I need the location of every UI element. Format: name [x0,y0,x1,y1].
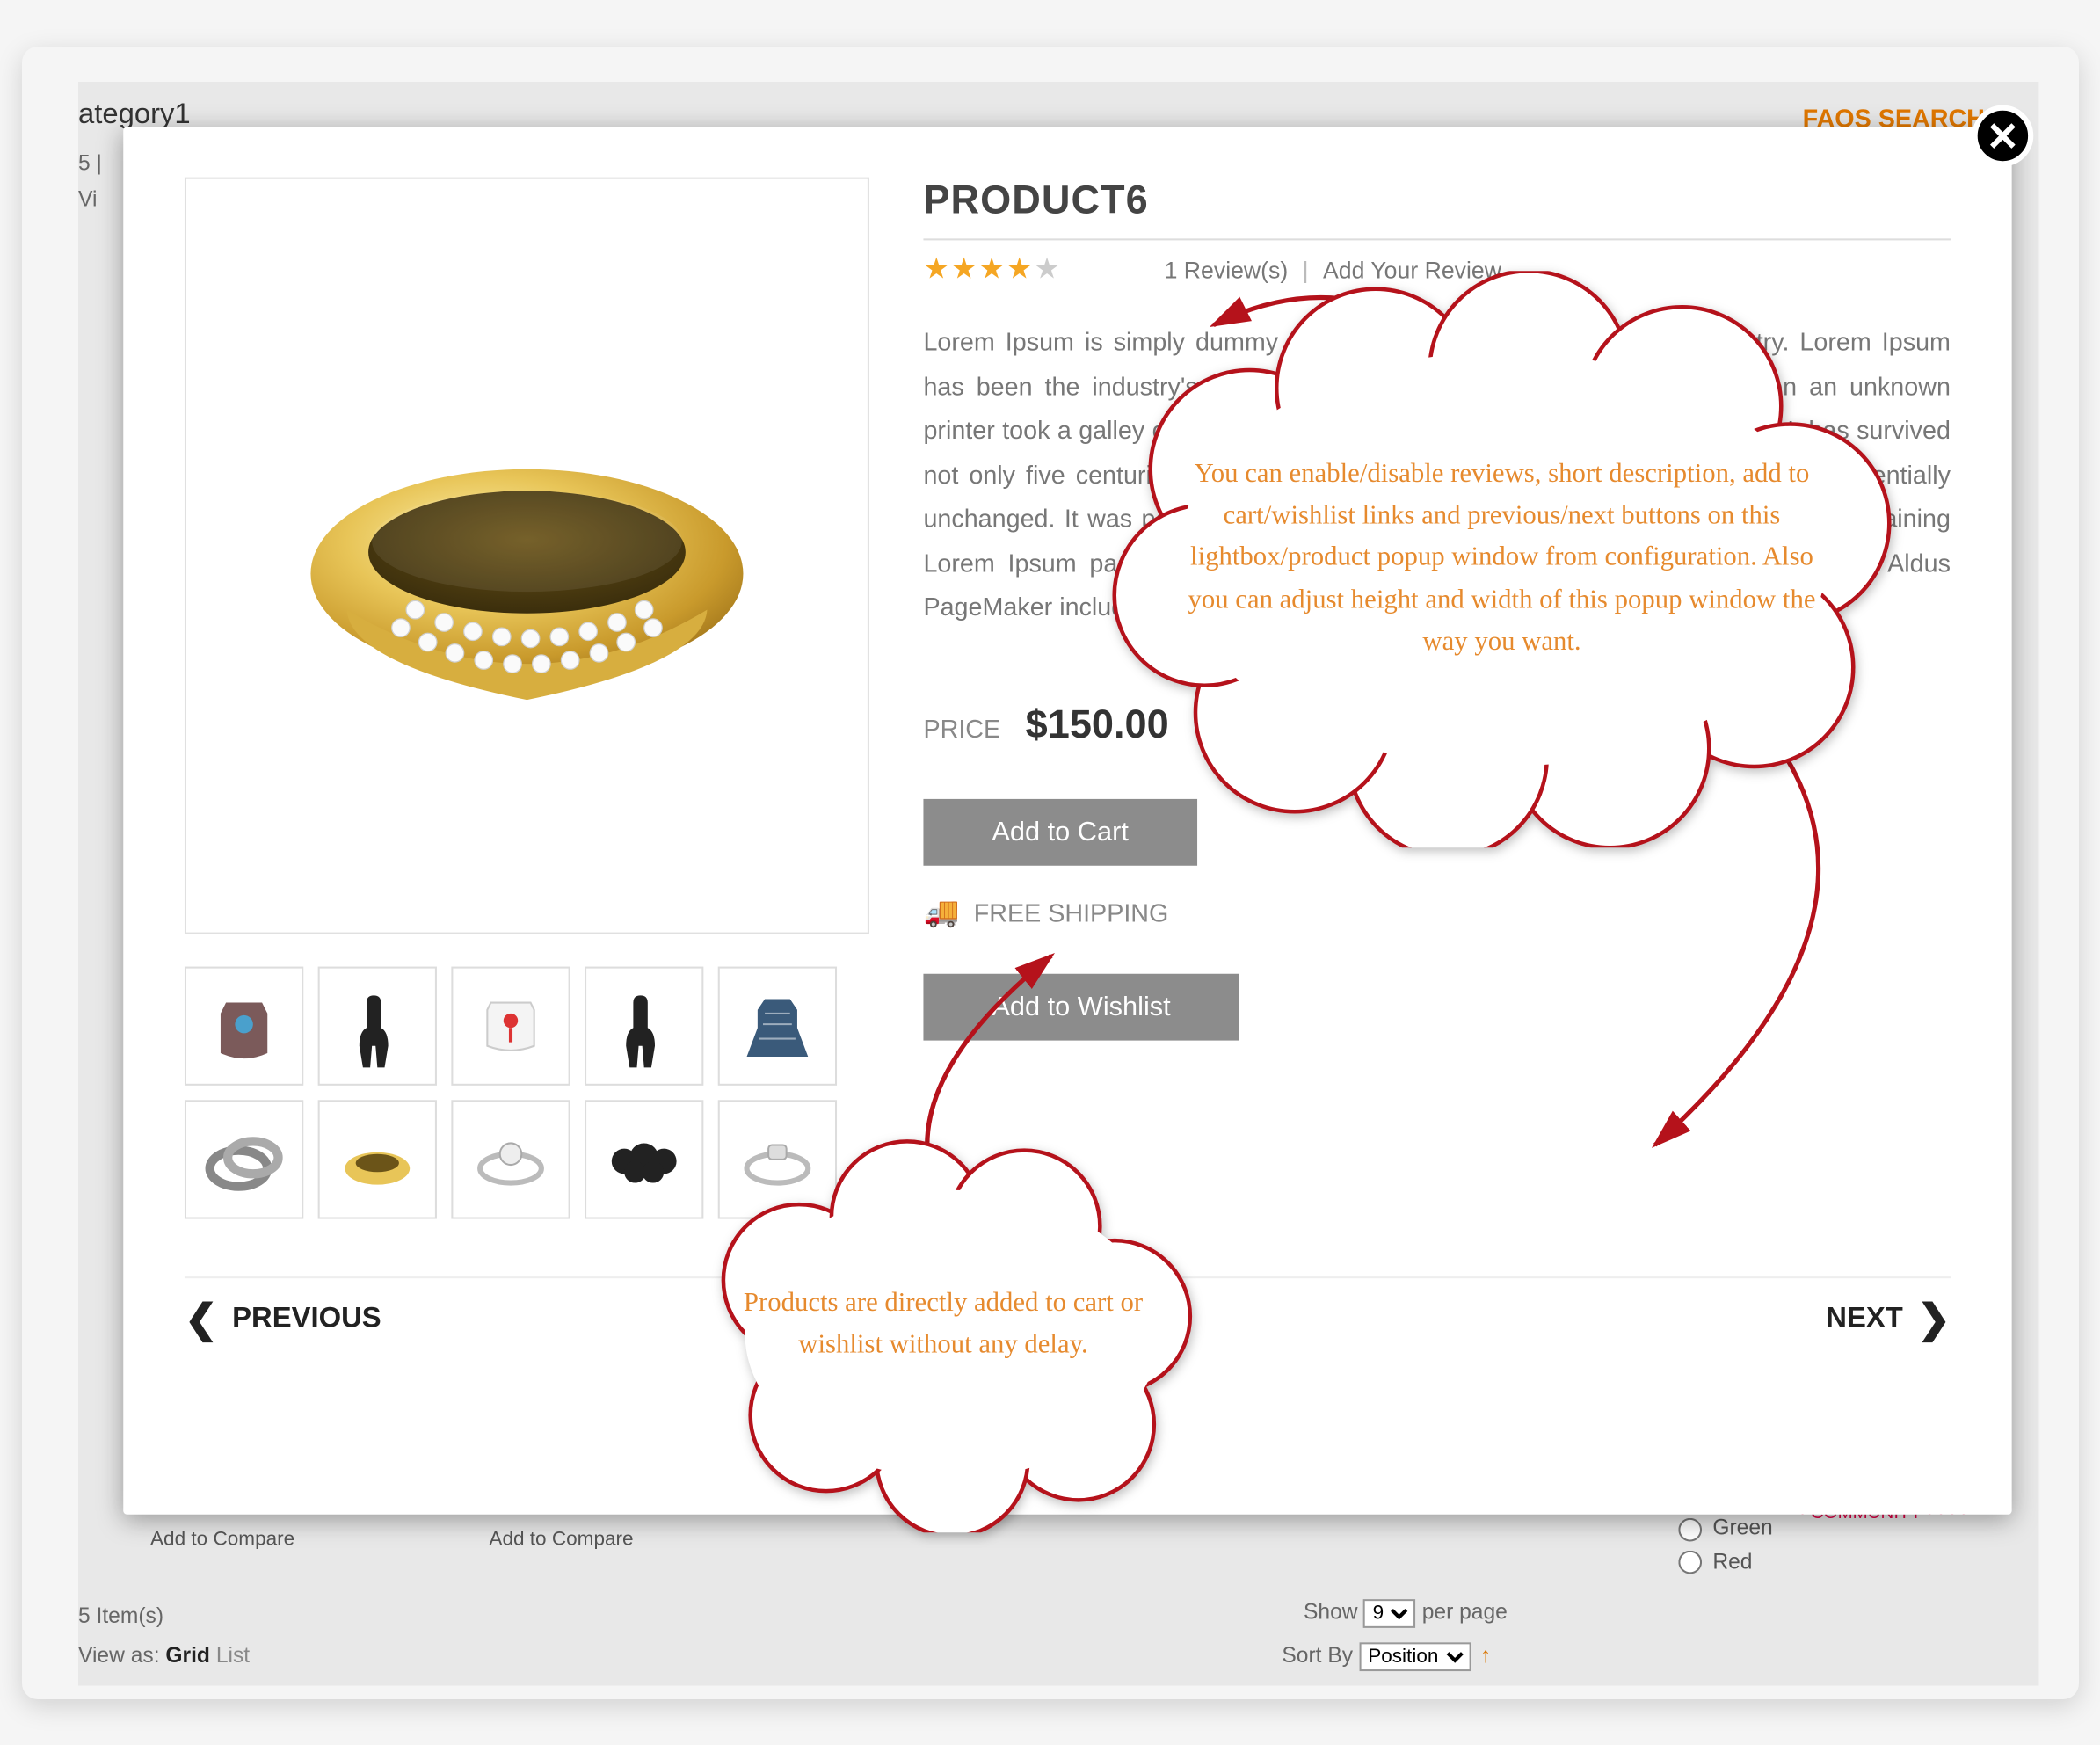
annotation-cloud-2: Products are directly added to cart or w… [672,1117,1213,1532]
sort-direction-icon[interactable]: ↑ [1479,1642,1490,1668]
show-select[interactable]: 9 [1363,1599,1415,1628]
ring-icon [274,357,779,753]
main-product-image[interactable] [184,177,868,934]
truck-icon: 🚚 [923,893,959,929]
thumbnail-3[interactable] [451,966,570,1085]
chevron-left-icon: ❮ [184,1296,217,1342]
next-button[interactable]: NEXT ❯ [1826,1296,1951,1342]
thumbnail-5[interactable] [717,966,836,1085]
bg-view-top: Vi [78,185,97,211]
pager-show: Show 9 per page [1304,1599,1508,1628]
thumbnail-7[interactable] [317,1100,436,1218]
view-grid[interactable]: Grid [165,1642,210,1668]
add-to-compare-2[interactable]: Add to Compare [489,1529,633,1551]
thumbnail-2[interactable] [317,966,436,1085]
rating-stars: ★ ★ ★ ★ ★ [923,251,1059,287]
annotation-cloud-1: You can enable/disable reviews, short de… [1087,271,1916,847]
bg-item-count-bottom: 5 Item(s) [78,1603,163,1628]
annotation-text-1: You can enable/disable reviews, short de… [1087,271,1916,847]
poll-option-red[interactable] [1678,1550,1702,1574]
thumbnail-6[interactable] [184,1100,302,1218]
close-icon[interactable]: ✕ [1972,105,2033,166]
thumbnail-1[interactable] [184,966,302,1085]
sort-by-select[interactable]: Position [1358,1642,1470,1671]
poll-option-green[interactable] [1678,1517,1702,1541]
product-title: PRODUCT6 [923,177,1951,240]
view-list[interactable]: List [215,1642,249,1668]
chevron-right-icon: ❯ [1917,1296,1951,1342]
sort-by: Sort By Position ↑ [1282,1642,1491,1671]
star-icon: ★ [923,251,948,287]
star-icon: ★ [1034,251,1059,287]
price-label: PRICE [923,713,1000,742]
view-as-toggle: View as: Grid List [78,1642,250,1668]
star-icon: ★ [950,251,976,287]
bg-item-count-top: 5 | [78,149,102,175]
add-to-wishlist-button[interactable]: Add to Wishlist [923,972,1239,1039]
add-to-compare-1[interactable]: Add to Compare [150,1529,294,1551]
thumbnail-4[interactable] [585,966,703,1085]
free-shipping-badge: 🚚 FREE SHIPPING [923,893,1951,929]
star-icon: ★ [978,251,1004,287]
star-icon: ★ [1006,251,1031,287]
thumbnail-8[interactable] [451,1100,570,1218]
annotation-text-2: Products are directly added to cart or w… [672,1117,1213,1532]
previous-button[interactable]: ❮ PREVIOUS [184,1296,381,1342]
